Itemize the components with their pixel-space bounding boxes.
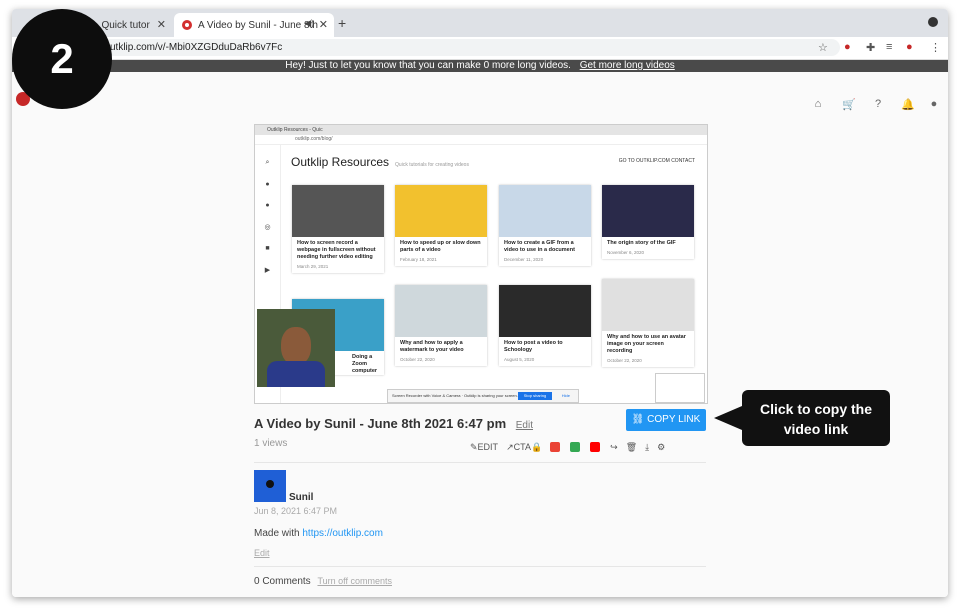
video-site-title: Outklip Resources Quick tutorials for cre… [291,155,469,169]
blog-card: How to create a GIF from a video to use … [499,185,591,266]
video-actions: ✎ EDIT ↗ CTA 🔒 ↪ 🗑 ⤓ ⚙ [470,440,673,454]
edit-icon: ✎ [470,441,478,452]
callout-tooltip: Click to copy the video link [714,390,890,446]
help-icon[interactable]: ? [872,98,884,110]
card-image [395,185,487,237]
blog-card: The origin story of the GIF November 6, … [602,185,694,259]
card-image [602,185,694,237]
blog-card: Why and how to use an avatar image on yo… [602,279,694,367]
more-icon[interactable]: ⋮ [930,41,941,54]
card-image [292,185,384,237]
google-drive-icon[interactable] [570,442,582,452]
lock-icon: 🔒 [530,441,543,452]
trash-icon[interactable]: 🗑 [626,442,637,453]
puzzle-icon[interactable]: ✚ [866,41,875,54]
copy-link-button[interactable]: ⛓ COPY LINK [626,409,706,431]
view-count: 1 views [254,438,288,449]
blog-card: How to screen record a webpage in fullsc… [292,185,384,273]
comments-section: 0 Comments Turn off comments [254,576,392,587]
upload-date: Jun 8, 2021 6:47 PM [254,506,338,516]
link-icon: ⛓ [631,414,648,425]
tab-strip: …es - Quick tutor ✕ A Video by Sunil - J… [12,9,948,37]
blog-card: How to speed up or slow down parts of a … [395,185,487,266]
upgrade-banner: Hey! Just to let you know that you can m… [12,60,948,72]
download-icon[interactable]: ⤓ [645,442,649,453]
external-icon: ↗ [506,441,514,452]
close-icon[interactable]: ✕ [319,18,328,31]
outklip-favicon-icon [182,20,192,30]
get-more-link[interactable]: Get more long videos [580,60,675,71]
blog-card: How to post a video to Schoology August … [499,285,591,366]
close-icon[interactable]: ✕ [157,18,166,31]
address-bar[interactable]: utklip.com/v/-Mbi0XZGDduDaRb6v7Fc [102,39,840,56]
edit-title-link[interactable]: Edit [516,420,533,431]
bell-icon[interactable]: 🔔 [901,98,915,111]
cta-button[interactable]: ↗ CTA 🔒 [506,442,542,453]
home-icon[interactable]: ⌂ [812,98,824,110]
tab-title: A Video by Sunil - June 8th [198,19,318,31]
gmail-icon[interactable] [550,442,562,452]
turn-off-comments-link[interactable]: Turn off comments [317,576,392,586]
video-url: outklip.com/blog/ [255,135,707,145]
video-tab: Outklip Resources - Quic [255,125,707,135]
tab-search-icon[interactable] [928,17,938,27]
share-icon[interactable]: ↪ [610,442,618,453]
cart-icon[interactable]: 🛒 [842,98,856,111]
video-player[interactable]: Outklip Resources - Quic outklip.com/blo… [254,124,708,404]
twitter-icon: ● [265,202,270,209]
speaker-icon[interactable]: ◀) [304,18,314,29]
user-icon[interactable]: ● [928,98,940,110]
browser-toolbar: utklip.com/v/-Mbi0XZGDduDaRb6v7Fc ☆ ● ✚ … [12,37,948,60]
step-badge: 2 [12,9,112,109]
blog-card: Why and how to apply a watermark to your… [395,285,487,366]
card-image [602,279,694,331]
edit-description-link[interactable]: Edit [254,548,270,558]
divider [254,566,706,567]
webcam-overlay [257,309,335,387]
divider [254,462,706,463]
gear-icon[interactable]: ⚙ [657,442,665,453]
video-nav-links: GO TO OUTKLIP.COM CONTACT [618,158,695,164]
banner-text: Hey! Just to let you know that you can m… [285,60,571,71]
outklip-extension-icon[interactable]: ● [844,41,851,53]
instagram-icon: ◎ [264,224,271,231]
author-name: Sunil [289,492,314,503]
stop-sharing-button[interactable]: Stop sharing [518,392,552,400]
description: Made with https://outklip.com [254,528,383,539]
video-title: A Video by Sunil - June 8th 2021 6:47 pm… [254,416,533,431]
star-icon[interactable]: ☆ [818,41,828,54]
facebook-icon: ● [265,181,270,188]
tab-video[interactable]: A Video by Sunil - June 8th ◀) ✕ [174,13,334,37]
youtube-icon: ▶ [264,267,271,274]
outklip-link[interactable]: https://outklip.com [302,528,383,539]
avatar [254,470,286,502]
video-thumbnail [655,373,705,403]
youtube-icon[interactable] [590,442,602,452]
profile-icon[interactable]: ● [906,41,913,53]
screen-sharing-bar: Screen Recorder with Voice & Camera · Ou… [387,389,579,403]
edit-button[interactable]: ✎ EDIT [470,442,498,453]
playlist-icon[interactable]: ≡ [886,41,892,53]
card-image [395,285,487,337]
new-tab-icon[interactable]: + [338,15,346,31]
card-image [499,285,591,337]
linkedin-icon: ■ [265,245,270,252]
card-image [499,185,591,237]
hide-button[interactable]: Hide [562,390,570,402]
search-icon: ⌕ [265,159,270,166]
